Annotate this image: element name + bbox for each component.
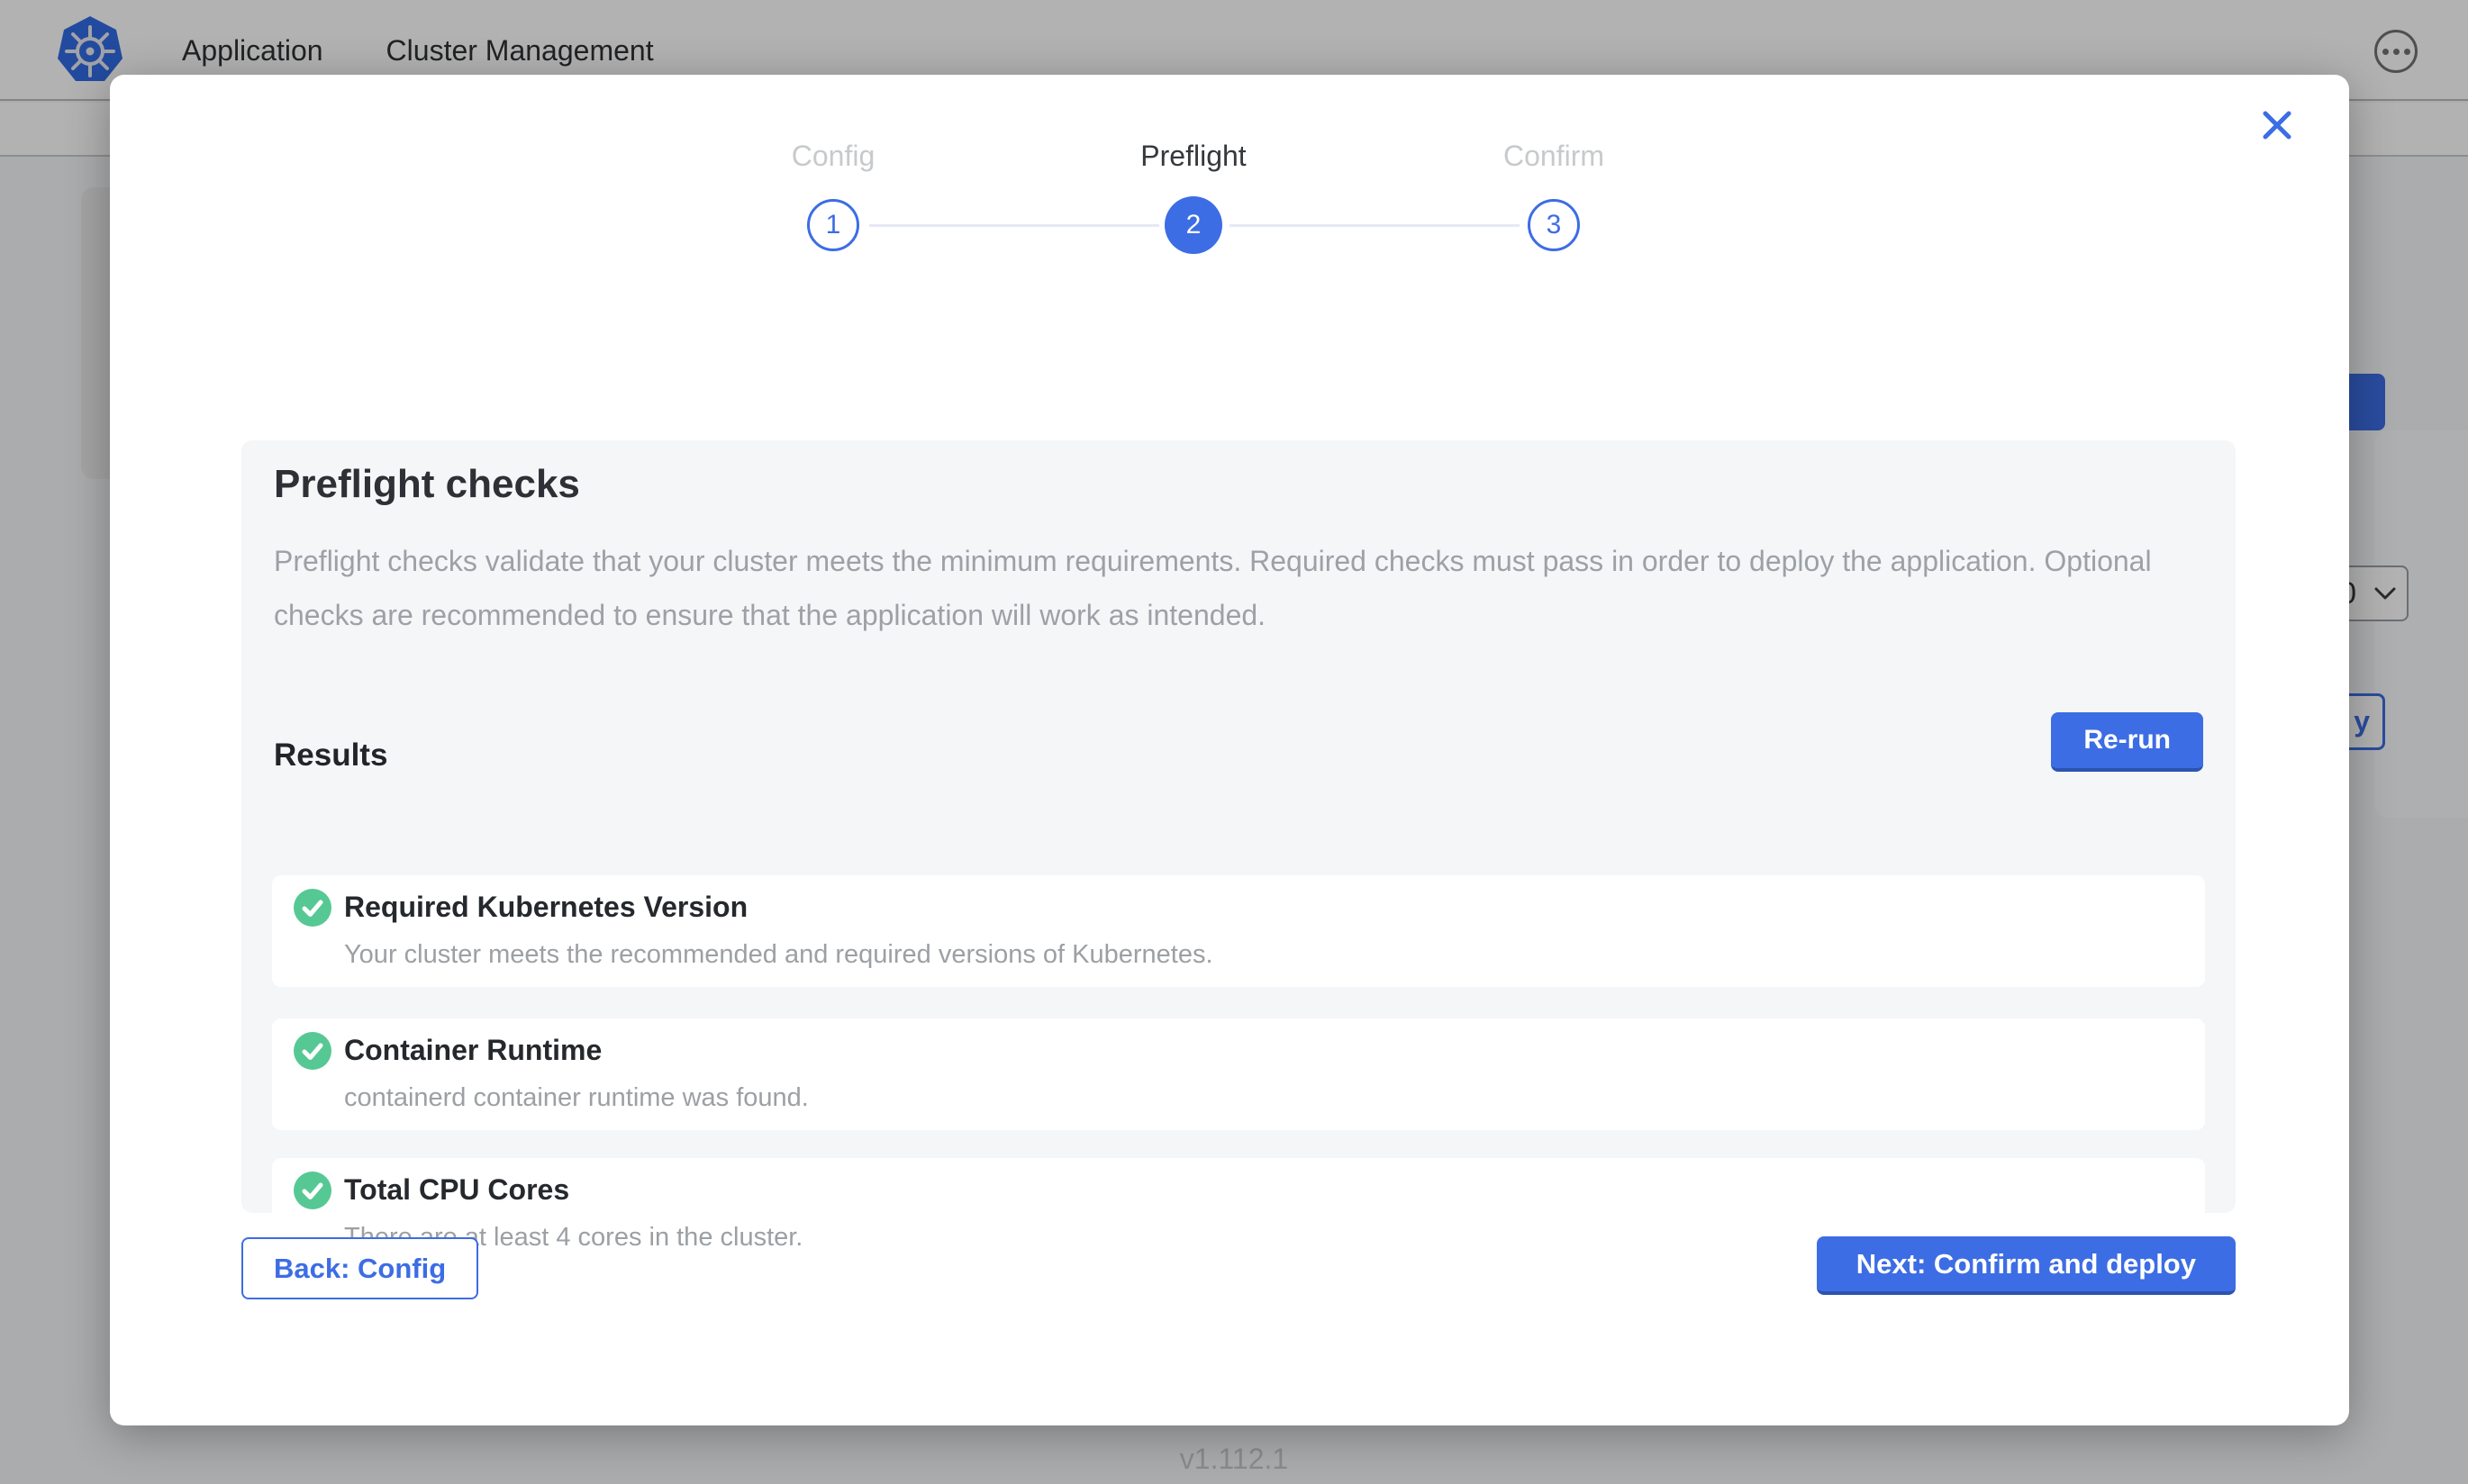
rerun-button[interactable]: Re-run <box>2051 712 2203 772</box>
check-pass-icon <box>294 1032 331 1070</box>
preflight-modal: Config 1 Preflight 2 Confirm 3 Preflight… <box>110 75 2349 1425</box>
step-connector <box>869 224 1159 227</box>
step-connector <box>1229 224 1520 227</box>
close-icon <box>2259 107 2295 143</box>
step-preflight: Preflight 2 <box>1013 140 1374 254</box>
check-message: Your cluster meets the recommended and r… <box>344 940 1213 970</box>
check-title: Container Runtime <box>344 1034 602 1067</box>
next-confirm-deploy-button[interactable]: Next: Confirm and deploy <box>1817 1236 2236 1295</box>
close-button[interactable] <box>2259 107 2295 143</box>
step-circle: 2 <box>1165 196 1222 254</box>
step-label: Confirm <box>1503 140 1604 176</box>
check-title: Total CPU Cores <box>344 1173 569 1207</box>
check-pass-icon <box>294 889 331 927</box>
step-label: Preflight <box>1140 140 1246 176</box>
page: Application Cluster Management 0 y v1.11… <box>0 0 2468 1484</box>
check-card-container-runtime: Container Runtime containerd container r… <box>272 1018 2205 1130</box>
wizard-stepper: Config 1 Preflight 2 Confirm 3 <box>653 140 1734 254</box>
step-circle: 1 <box>807 199 859 251</box>
results-heading: Results <box>274 737 387 774</box>
back-config-button[interactable]: Back: Config <box>241 1237 478 1299</box>
check-title: Required Kubernetes Version <box>344 891 748 924</box>
step-config: Config 1 <box>653 140 1013 254</box>
panel-description: Preflight checks validate that your clus… <box>274 534 2192 642</box>
panel-title: Preflight checks <box>274 462 580 507</box>
preflight-panel: Preflight checks Preflight checks valida… <box>241 440 2236 1213</box>
step-confirm: Confirm 3 <box>1374 140 1734 254</box>
step-circle: 3 <box>1528 199 1580 251</box>
check-card-kubernetes-version: Required Kubernetes Version Your cluster… <box>272 875 2205 987</box>
check-message: containerd container runtime was found. <box>344 1083 809 1113</box>
check-pass-icon <box>294 1172 331 1209</box>
step-label: Config <box>792 140 876 176</box>
